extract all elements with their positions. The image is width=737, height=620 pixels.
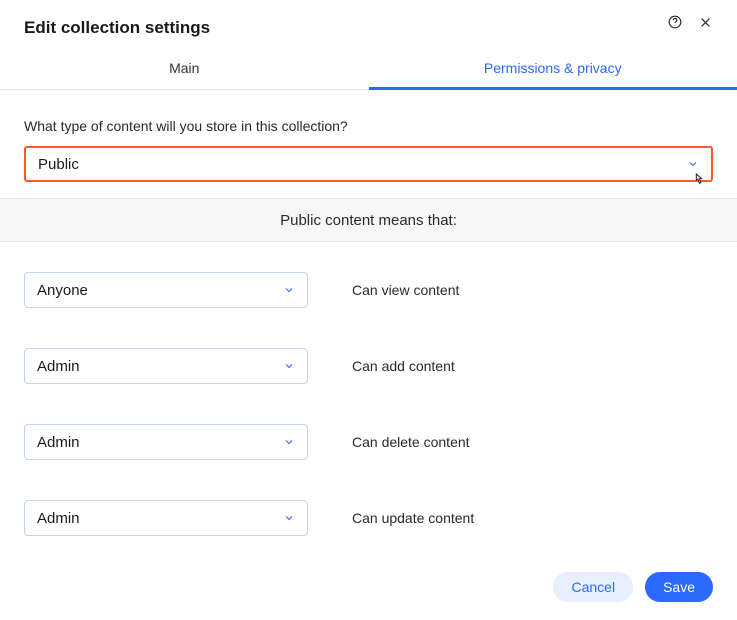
permission-rows: Anyone Can view content Admin Can add co… <box>24 272 713 536</box>
chevron-down-icon <box>283 284 295 296</box>
role-select-delete[interactable]: Admin <box>24 424 308 460</box>
perm-action-delete: Can delete content <box>352 434 470 450</box>
chevron-down-icon <box>283 512 295 524</box>
role-value: Admin <box>37 358 80 375</box>
perm-action-view: Can view content <box>352 282 459 298</box>
content-type-value: Public <box>38 156 79 173</box>
perm-action-add: Can add content <box>352 358 455 374</box>
role-value: Anyone <box>37 282 88 299</box>
close-icon[interactable] <box>697 14 713 30</box>
content-type-select-wrap: Public <box>24 146 713 182</box>
chevron-down-icon <box>687 158 699 170</box>
modal-header: Edit collection settings <box>0 0 737 38</box>
tabs: Main Permissions & privacy <box>0 46 737 90</box>
perm-row-view: Anyone Can view content <box>24 272 713 308</box>
perm-row-add: Admin Can add content <box>24 348 713 384</box>
perm-action-update: Can update content <box>352 510 474 526</box>
save-button[interactable]: Save <box>645 572 713 602</box>
tab-main[interactable]: Main <box>0 46 369 89</box>
role-select-update[interactable]: Admin <box>24 500 308 536</box>
content-type-question: What type of content will you store in t… <box>24 118 713 134</box>
cancel-button[interactable]: Cancel <box>553 572 633 602</box>
chevron-down-icon <box>283 360 295 372</box>
role-value: Admin <box>37 510 80 527</box>
help-icon[interactable] <box>667 14 683 30</box>
role-select-add[interactable]: Admin <box>24 348 308 384</box>
modal-title: Edit collection settings <box>24 18 210 38</box>
chevron-down-icon <box>283 436 295 448</box>
role-select-view[interactable]: Anyone <box>24 272 308 308</box>
content-type-select[interactable]: Public <box>24 146 713 182</box>
modal-body: What type of content will you store in t… <box>0 90 737 536</box>
modal-footer: Cancel Save <box>553 572 713 602</box>
perm-row-delete: Admin Can delete content <box>24 424 713 460</box>
role-value: Admin <box>37 434 80 451</box>
modal: Edit collection settings Main Permission… <box>0 0 737 620</box>
header-actions <box>667 14 713 30</box>
modal-inner: Edit collection settings Main Permission… <box>0 0 737 536</box>
perm-row-update: Admin Can update content <box>24 500 713 536</box>
tab-permissions[interactable]: Permissions & privacy <box>369 46 737 89</box>
explain-band: Public content means that: <box>0 198 737 242</box>
